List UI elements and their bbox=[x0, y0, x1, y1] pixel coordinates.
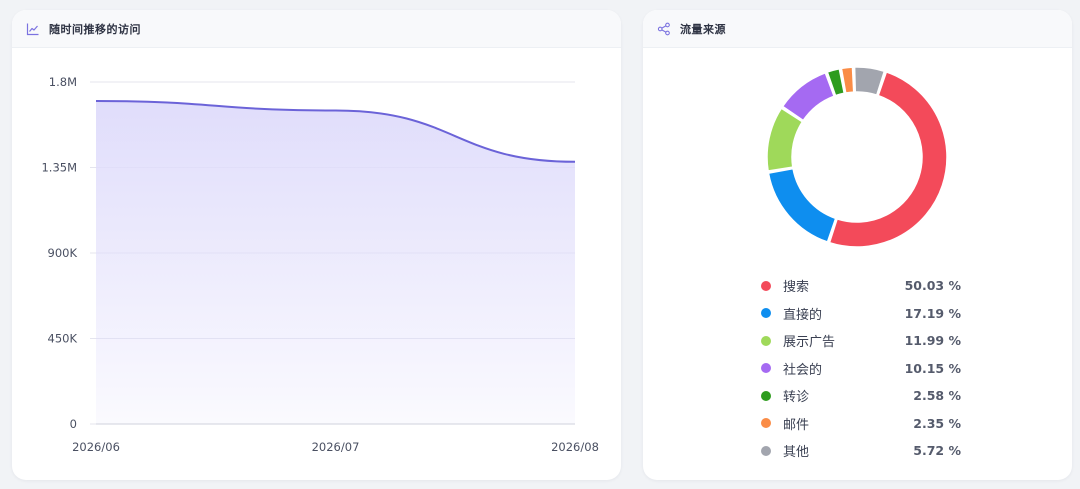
legend-item[interactable]: 展示广告 11.99 % bbox=[761, 327, 961, 355]
visits-over-time-card: 随时间推移的访问 0 450K 900K 1.35M 1.8M 2026/06 2026/0… bbox=[12, 10, 621, 480]
visits-card-title: 随时间推移的访问 bbox=[49, 22, 141, 36]
x-tick-label: 2026/07 bbox=[312, 440, 360, 454]
traffic-card-header: 流量来源 bbox=[643, 10, 1072, 48]
share-icon bbox=[657, 22, 671, 36]
legend-label: 直接的 bbox=[783, 307, 823, 323]
legend-dot bbox=[761, 280, 771, 291]
legend-item[interactable]: 其他 5.72 % bbox=[761, 437, 961, 465]
legend-label: 邮件 bbox=[783, 417, 810, 433]
x-tick-label: 2026/08 bbox=[551, 440, 599, 454]
legend-label: 搜索 bbox=[783, 280, 810, 296]
y-tick-label: 0 bbox=[70, 417, 77, 431]
traffic-donut-chart bbox=[643, 49, 1072, 269]
legend-label: 展示广告 bbox=[783, 335, 836, 351]
legend-dot bbox=[761, 390, 771, 401]
traffic-card-title: 流量来源 bbox=[680, 22, 726, 36]
legend-dot bbox=[761, 418, 771, 429]
legend-value: 5.72 % bbox=[913, 443, 961, 459]
legend-item[interactable]: 邮件 2.35 % bbox=[761, 410, 961, 438]
legend-item[interactable]: 直接的 17.19 % bbox=[761, 300, 961, 328]
traffic-sources-card: 流量来源 搜索 50.03 % 直接的 17.19 % 展示广告 11.99 %… bbox=[643, 10, 1072, 480]
legend-value: 2.35 % bbox=[913, 415, 961, 431]
traffic-donut-svg bbox=[766, 66, 948, 248]
visits-area-chart: 0 450K 900K 1.35M 1.8M 2026/06 2026/07 2026/08 bbox=[12, 49, 621, 480]
traffic-legend: 搜索 50.03 % 直接的 17.19 % 展示广告 11.99 % 社会的 … bbox=[761, 272, 961, 465]
legend-label: 转诊 bbox=[783, 390, 810, 406]
legend-dot bbox=[761, 308, 771, 319]
x-tick-label: 2026/06 bbox=[72, 440, 120, 454]
visits-area-chart-svg: 0 450K 900K 1.35M 1.8M 2026/06 2026/07 2026/08 bbox=[41, 75, 599, 454]
legend-dot bbox=[761, 335, 771, 346]
y-tick-label: 1.35M bbox=[41, 161, 77, 175]
donut-slice[interactable] bbox=[766, 107, 804, 172]
legend-value: 17.19 % bbox=[904, 305, 961, 321]
legend-label: 其他 bbox=[783, 445, 810, 461]
legend-value: 50.03 % bbox=[904, 278, 961, 294]
legend-dot bbox=[761, 445, 771, 456]
y-tick-label: 1.8M bbox=[49, 75, 77, 89]
donut-slice[interactable] bbox=[828, 70, 948, 248]
legend-dot bbox=[761, 363, 771, 374]
legend-value: 2.58 % bbox=[913, 388, 961, 404]
legend-item[interactable]: 社会的 10.15 % bbox=[761, 355, 961, 383]
donut-slice[interactable] bbox=[767, 167, 837, 243]
legend-value: 10.15 % bbox=[904, 360, 961, 376]
visits-card-header: 随时间推移的访问 bbox=[12, 10, 621, 48]
legend-value: 11.99 % bbox=[904, 333, 961, 349]
visits-area-fill bbox=[96, 101, 575, 424]
legend-item[interactable]: 转诊 2.58 % bbox=[761, 382, 961, 410]
y-tick-label: 450K bbox=[48, 332, 78, 346]
legend-item[interactable]: 搜索 50.03 % bbox=[761, 272, 961, 300]
legend-label: 社会的 bbox=[783, 362, 823, 378]
line-chart-icon bbox=[26, 22, 40, 36]
y-tick-label: 900K bbox=[48, 246, 78, 260]
